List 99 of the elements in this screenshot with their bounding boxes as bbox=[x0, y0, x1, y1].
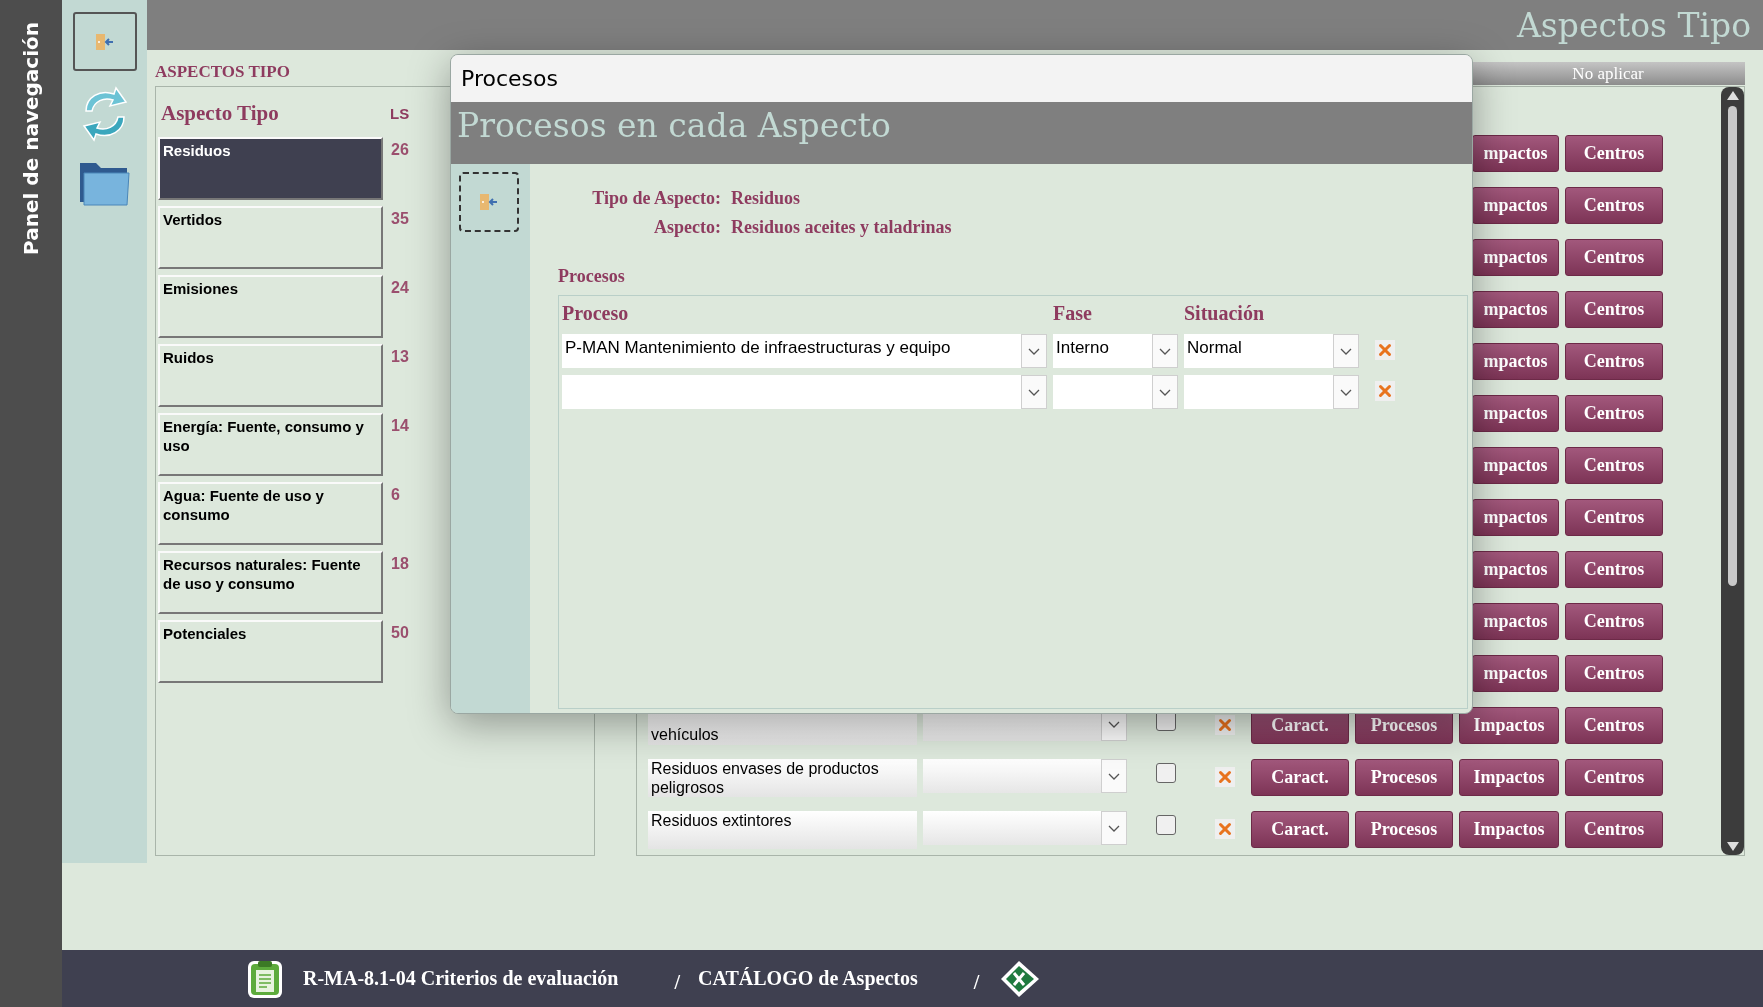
centers-button[interactable]: Centros bbox=[1565, 343, 1663, 380]
panel-heading: ASPECTOS TIPO bbox=[155, 62, 290, 83]
centers-button[interactable]: Centros bbox=[1565, 551, 1663, 588]
aspect-type-item[interactable]: Vertidos bbox=[158, 206, 383, 269]
field-label: Tipo de Aspecto: bbox=[592, 188, 721, 209]
chevron-down-icon bbox=[1340, 388, 1352, 396]
impacts-button[interactable]: mpactos bbox=[1472, 395, 1559, 432]
delete-icon[interactable] bbox=[1215, 767, 1235, 787]
scroll-thumb[interactable] bbox=[1728, 106, 1737, 586]
checkbox[interactable] bbox=[1156, 815, 1176, 835]
dropdown-field[interactable] bbox=[923, 759, 1127, 793]
aspect-type-item[interactable]: Recursos naturales: Fuente de uso y consumo bbox=[158, 551, 383, 614]
chevron-down-icon bbox=[1159, 388, 1171, 396]
delete-icon[interactable] bbox=[1215, 819, 1235, 839]
impacts-button[interactable]: mpactos bbox=[1472, 291, 1559, 328]
scroll-up-icon[interactable] bbox=[1726, 91, 1739, 100]
exit-button[interactable] bbox=[72, 12, 137, 71]
chevron-down-icon bbox=[1028, 388, 1040, 396]
breadcrumb-link[interactable]: CATÁLOGO de Aspectos bbox=[698, 967, 918, 990]
impacts-button[interactable]: mpactos bbox=[1472, 499, 1559, 536]
aspect-type-item[interactable]: Agua: Fuente de uso y consumo bbox=[158, 482, 383, 545]
situation-dropdown[interactable]: Normal bbox=[1184, 334, 1359, 368]
navigation-panel-title: Panel de navegación bbox=[19, 22, 43, 255]
breadcrumb-link[interactable]: R-MA-8.1-04 Criterios de evaluación bbox=[303, 967, 619, 990]
impacts-button[interactable]: mpactos bbox=[1472, 239, 1559, 276]
count-value: 35 bbox=[391, 209, 409, 228]
aspect-type-item[interactable]: Ruidos bbox=[158, 344, 383, 407]
count-value: 24 bbox=[391, 278, 409, 297]
impacts-button[interactable]: mpactos bbox=[1472, 343, 1559, 380]
aspect-name-cell: Residuos envases de productos peligrosos bbox=[648, 759, 917, 797]
column-header: Fase bbox=[1053, 301, 1092, 325]
aspect-type-item[interactable]: Potenciales bbox=[158, 620, 383, 683]
scroll-down-icon[interactable] bbox=[1726, 842, 1739, 851]
delete-icon[interactable] bbox=[1375, 381, 1395, 401]
centers-button[interactable]: Centros bbox=[1565, 187, 1663, 224]
characteristics-button[interactable]: Caract. bbox=[1251, 811, 1349, 848]
impacts-button[interactable]: Impactos bbox=[1459, 759, 1559, 796]
column-header: Proceso bbox=[562, 301, 629, 325]
centers-button[interactable]: Centros bbox=[1565, 239, 1663, 276]
chevron-down-icon bbox=[1159, 347, 1171, 355]
impacts-button[interactable]: mpactos bbox=[1472, 135, 1559, 172]
aspect-type-item[interactable]: Residuos bbox=[158, 137, 383, 200]
phase-dropdown[interactable]: Interno bbox=[1053, 334, 1178, 368]
chevron-down-icon bbox=[1340, 347, 1352, 355]
chevron-down-icon bbox=[1108, 772, 1120, 780]
impacts-button[interactable]: mpactos bbox=[1472, 447, 1559, 484]
exit-button[interactable] bbox=[459, 172, 519, 232]
dialog-heading: Procesos en cada Aspecto bbox=[457, 106, 891, 145]
centers-button[interactable]: Centros bbox=[1565, 603, 1663, 640]
dialog-title: Procesos bbox=[461, 66, 558, 91]
aspect-type-item[interactable]: Energía: Fuente, consumo y uso bbox=[158, 413, 383, 476]
count-value: 14 bbox=[391, 416, 409, 435]
centers-button[interactable]: Centros bbox=[1565, 395, 1663, 432]
impacts-button[interactable]: mpactos bbox=[1472, 187, 1559, 224]
count-value: 50 bbox=[391, 623, 409, 642]
count-value: 26 bbox=[391, 140, 409, 159]
centers-button[interactable]: Centros bbox=[1565, 811, 1663, 848]
processes-button[interactable]: Procesos bbox=[1355, 759, 1453, 796]
impacts-button[interactable]: Impactos bbox=[1459, 707, 1559, 744]
impacts-button[interactable]: mpactos bbox=[1472, 655, 1559, 692]
column-header: No aplicar bbox=[1471, 62, 1745, 85]
column-header: Situación bbox=[1184, 301, 1265, 325]
centers-button[interactable]: Centros bbox=[1565, 447, 1663, 484]
field-value: Residuos aceites y taladrinas bbox=[731, 217, 952, 238]
column-header: Aspecto Tipo bbox=[160, 100, 279, 126]
aspect-type-item[interactable]: Emisiones bbox=[158, 275, 383, 338]
column-header: LS bbox=[390, 104, 410, 122]
impacts-button[interactable]: mpactos bbox=[1472, 551, 1559, 588]
centers-button[interactable]: Centros bbox=[1565, 135, 1663, 172]
count-value: 13 bbox=[391, 347, 409, 366]
centers-button[interactable]: Centros bbox=[1565, 499, 1663, 536]
centers-button[interactable]: Centros bbox=[1565, 655, 1663, 692]
breadcrumb-separator: / bbox=[674, 971, 681, 994]
centers-button[interactable]: Centros bbox=[1565, 291, 1663, 328]
scrollbar[interactable] bbox=[1721, 87, 1744, 855]
process-dropdown[interactable]: P-MAN Mantenimiento de infraestructuras y equipo bbox=[562, 334, 1047, 368]
impacts-button[interactable]: Impactos bbox=[1459, 811, 1559, 848]
exit-door-icon bbox=[94, 32, 115, 51]
characteristics-button[interactable]: Caract. bbox=[1251, 759, 1349, 796]
aspect-name-cell: Residuos extintores bbox=[648, 811, 917, 849]
exit-door-icon bbox=[479, 193, 499, 211]
centers-button[interactable]: Centros bbox=[1565, 759, 1663, 796]
section-title: Procesos bbox=[558, 266, 625, 287]
delete-icon[interactable] bbox=[1215, 715, 1235, 735]
page-title: Aspectos Tipo bbox=[1517, 5, 1751, 45]
processes-button[interactable]: Procesos bbox=[1355, 811, 1453, 848]
delete-icon[interactable] bbox=[1375, 340, 1395, 360]
impacts-button[interactable]: mpactos bbox=[1472, 603, 1559, 640]
breadcrumb-separator: / bbox=[973, 971, 980, 994]
chevron-down-icon bbox=[1108, 720, 1120, 728]
checkbox[interactable] bbox=[1156, 763, 1176, 783]
field-label: Aspecto: bbox=[654, 217, 721, 238]
count-value: 6 bbox=[391, 485, 400, 504]
chevron-down-icon bbox=[1028, 347, 1040, 355]
centers-button[interactable]: Centros bbox=[1565, 707, 1663, 744]
dropdown-field[interactable] bbox=[923, 811, 1127, 845]
field-value: Residuos bbox=[731, 188, 801, 209]
chevron-down-icon bbox=[1108, 824, 1120, 832]
count-value: 18 bbox=[391, 554, 409, 573]
